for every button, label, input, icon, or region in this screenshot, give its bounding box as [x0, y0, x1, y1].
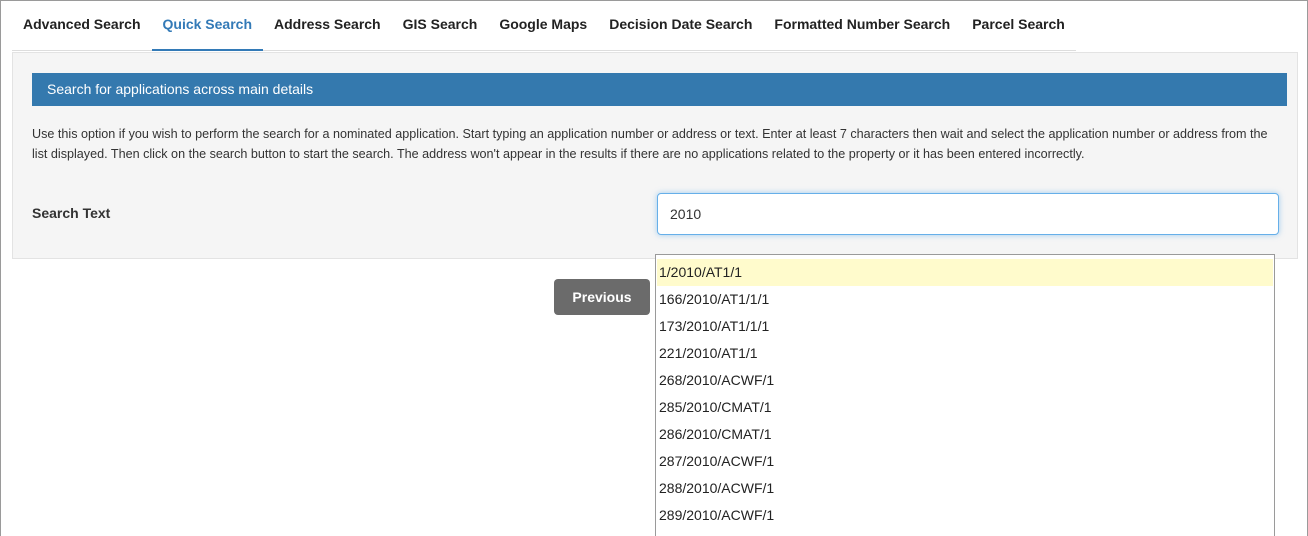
tab-label: Parcel Search: [972, 16, 1065, 32]
tab-address-search[interactable]: Address Search: [263, 1, 392, 51]
previous-button[interactable]: Previous: [554, 279, 650, 315]
autocomplete-item[interactable]: 287/2010/ACWF/1: [657, 448, 1273, 475]
tab-google-maps[interactable]: Google Maps: [488, 1, 599, 51]
app-window: Advanced Search Quick Search Address Sea…: [0, 0, 1308, 536]
quick-search-panel: Search for applications across main deta…: [12, 52, 1298, 259]
tab-quick-search[interactable]: Quick Search: [151, 1, 263, 51]
tab-label: Google Maps: [499, 16, 588, 32]
tab-decision-date-search[interactable]: Decision Date Search: [598, 1, 764, 51]
tab-parcel-search[interactable]: Parcel Search: [961, 1, 1076, 51]
tab-label: Quick Search: [162, 16, 253, 32]
tab-gis-search[interactable]: GIS Search: [391, 1, 489, 51]
tab-label: Advanced Search: [23, 16, 141, 32]
autocomplete-item[interactable]: 285/2010/CMAT/1: [657, 394, 1273, 421]
autocomplete-item[interactable]: 268/2010/ACWF/1: [657, 367, 1273, 394]
panel-description: Use this option if you wish to perform t…: [32, 127, 1268, 161]
autocomplete-item[interactable]: 166/2010/AT1/1/1: [657, 286, 1273, 313]
search-text-label: Search Text: [32, 205, 111, 221]
search-input[interactable]: [657, 193, 1279, 235]
tab-label: Formatted Number Search: [774, 16, 951, 32]
panel-heading: Search for applications across main deta…: [32, 73, 1287, 106]
autocomplete-item[interactable]: 1/2010/AT1/1: [657, 259, 1273, 286]
search-tabs: Advanced Search Quick Search Address Sea…: [1, 1, 1307, 51]
autocomplete-item[interactable]: 286/2010/CMAT/1: [657, 421, 1273, 448]
autocomplete-item[interactable]: 289/2010/ACWF/1: [657, 502, 1273, 529]
tab-label: Decision Date Search: [609, 16, 753, 32]
tab-formatted-number-search[interactable]: Formatted Number Search: [763, 1, 962, 51]
tab-label: Address Search: [274, 16, 381, 32]
tab-advanced-search[interactable]: Advanced Search: [12, 1, 152, 51]
tab-label: GIS Search: [402, 16, 478, 32]
autocomplete-dropdown: 1/2010/AT1/1 166/2010/AT1/1/1 173/2010/A…: [655, 254, 1275, 536]
autocomplete-item[interactable]: 173/2010/AT1/1/1: [657, 313, 1273, 340]
autocomplete-item[interactable]: 221/2010/AT1/1: [657, 340, 1273, 367]
autocomplete-item[interactable]: 288/2010/ACWF/1: [657, 475, 1273, 502]
